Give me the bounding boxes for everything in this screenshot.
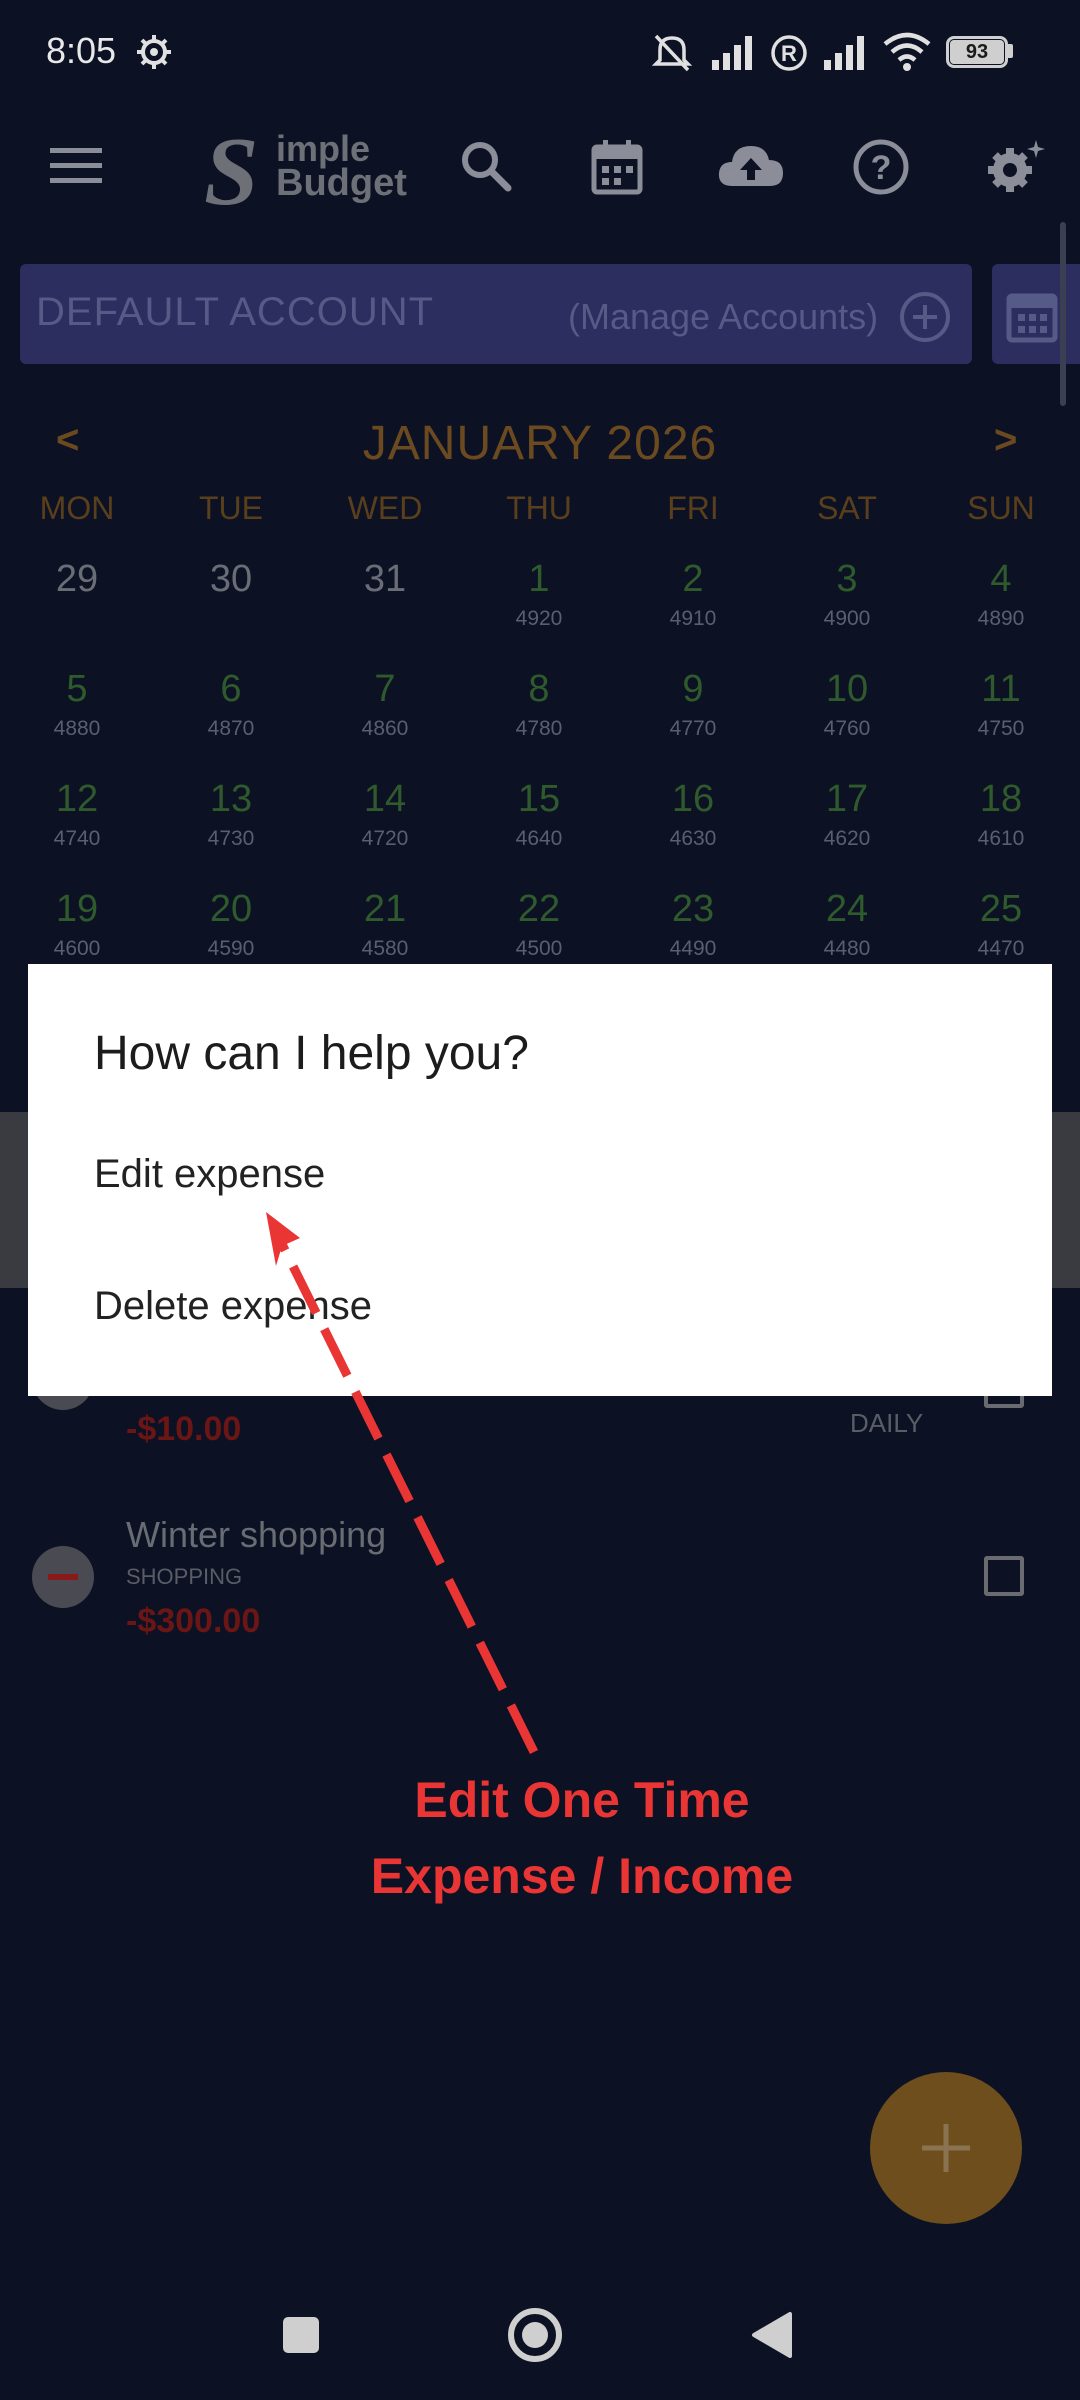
annotation-line1: Edit One Time [414,1772,750,1828]
home-icon[interactable] [506,2306,564,2364]
recents-icon[interactable] [280,2314,322,2356]
annotation-line2: Expense / Income [370,1848,794,1904]
plus-icon [922,2124,970,2172]
annotation-label: Edit One Time Expense / Income [0,1762,1080,1914]
annotation-arrow [266,1212,539,1754]
back-icon[interactable] [750,2310,794,2360]
add-transaction-button[interactable] [870,2072,1022,2224]
